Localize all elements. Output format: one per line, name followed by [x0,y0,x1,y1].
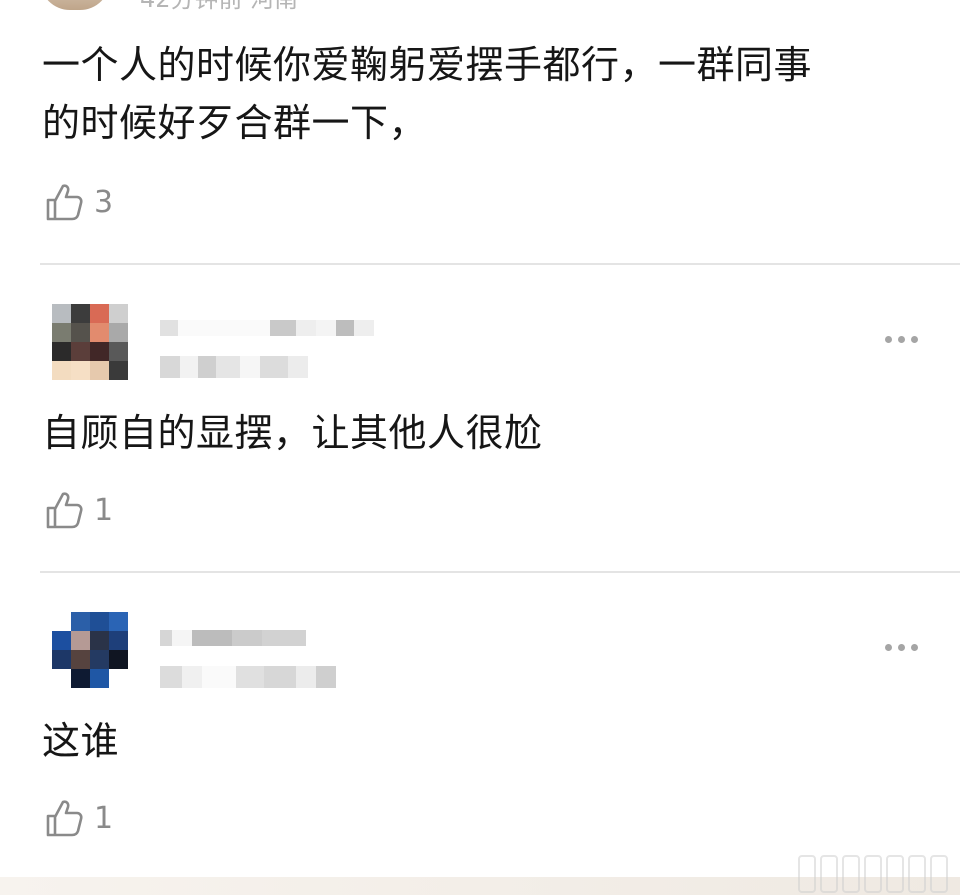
thumbs-up-icon [44,798,84,838]
avatar[interactable] [40,0,110,10]
avatar[interactable] [52,612,128,688]
comment-meta: 42分钟前 河南 [140,0,298,14]
comment-3-like-button[interactable]: 1 [44,798,113,838]
like-count: 1 [94,492,114,528]
comment-1-line-2: 的时候好歹合群一下， [42,101,428,145]
comment-1-like-button[interactable]: 3 [44,182,113,222]
meta-blurred [160,356,308,378]
like-count: 3 [94,184,114,220]
more-icon-dot [898,644,905,651]
watermark-icon [798,855,948,893]
more-icon [885,336,892,343]
meta-blurred [160,666,336,688]
avatar[interactable] [52,304,128,380]
more-icon-dot [911,336,918,343]
comment-1-line-1: 一个人的时候你爱鞠躬爱摆手都行，一群同事 [42,43,813,87]
divider [40,263,960,265]
divider [40,571,960,573]
more-options-button[interactable] [885,644,918,651]
like-count: 1 [94,800,114,836]
thumbs-up-icon [44,490,84,530]
comment-2-like-button[interactable]: 1 [44,490,113,530]
comment-2-text: 自顾自的显摆，让其他人很尬 [42,411,543,455]
more-icon-dot [911,644,918,651]
comment-1-header: 42分钟前 河南 [40,0,298,13]
thumbs-up-icon [44,182,84,222]
more-icon-dot [898,336,905,343]
comment-3-text: 这谁 [42,719,120,763]
comment-1-text: 一个人的时候你爱鞠躬爱摆手都行，一群同事 的时候好歹合群一下， [42,36,922,152]
username-blurred[interactable] [160,630,306,646]
username-blurred[interactable] [160,320,374,336]
more-icon [885,644,892,651]
more-options-button[interactable] [885,336,918,343]
